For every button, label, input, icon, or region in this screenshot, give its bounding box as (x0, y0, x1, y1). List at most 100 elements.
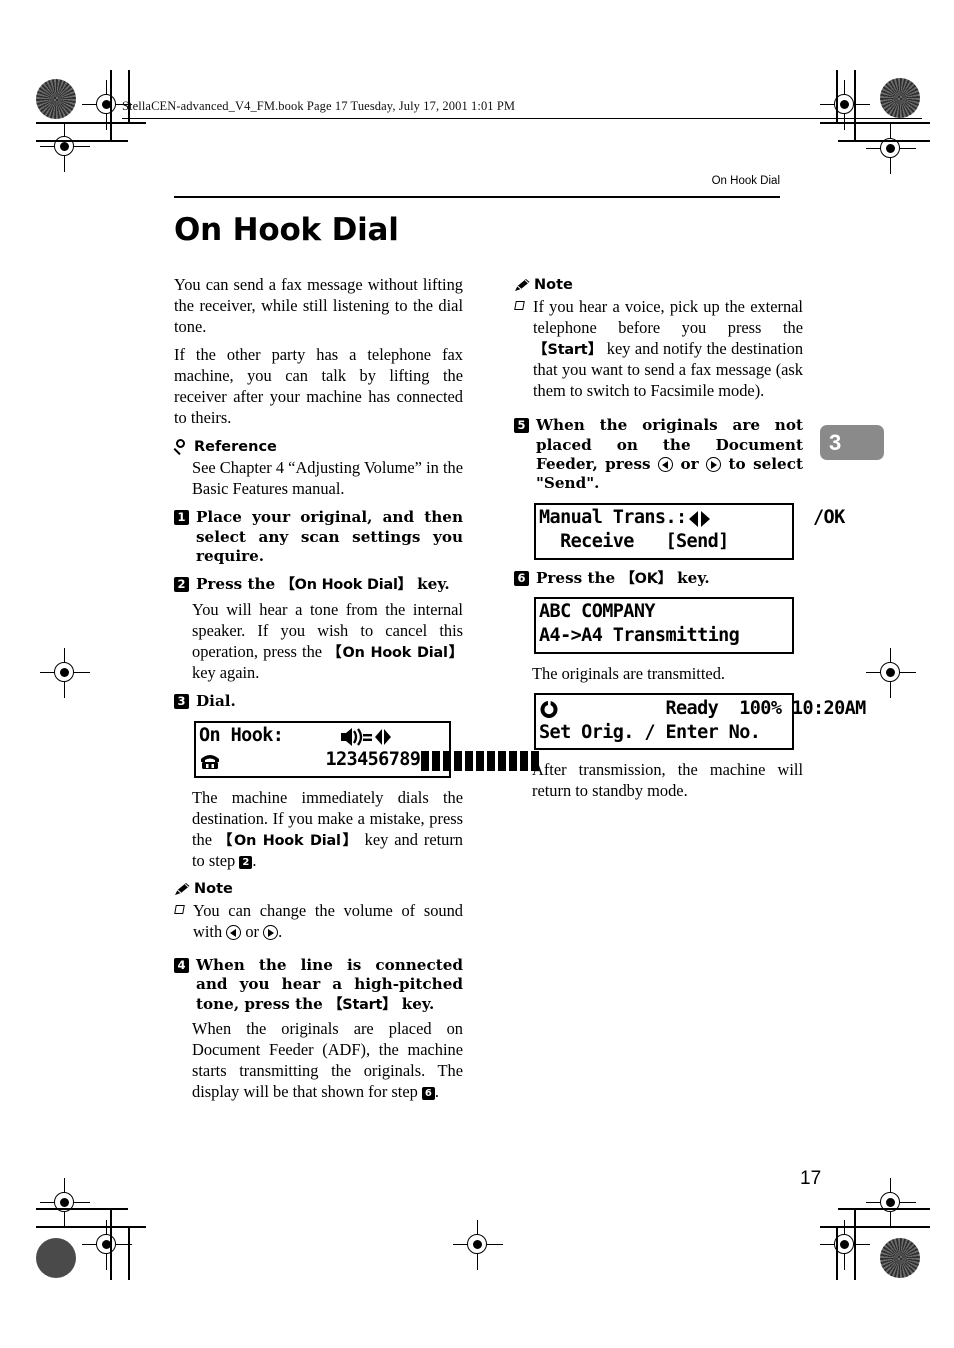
step-5-number: 5 (514, 418, 529, 434)
note-item: If you hear a voice, pick up the externa… (514, 296, 803, 402)
lcd-manual-trans-line1: Manual Trans.: (539, 507, 687, 529)
document-page: StellaCEN-advanced_V4_FM.book Page 17 Tu… (0, 0, 954, 1348)
step-3-number: 3 (174, 694, 189, 710)
intro-paragraph-1: You can send a fax message without lifti… (174, 275, 463, 337)
left-column: You can send a fax message without lifti… (174, 274, 540, 1109)
registration-mark-top-left (40, 122, 90, 172)
print-color-blob-bottom-right (880, 1238, 920, 1278)
step-reference-6: 6 (421, 1087, 435, 1101)
step-1-heading: Place your original, and then select any… (196, 508, 463, 565)
step-2-number: 2 (174, 577, 189, 593)
crop-rule-top-left-h2 (36, 140, 128, 142)
crop-rule-bottom-right-v2 (836, 1226, 838, 1280)
crop-rule-top-right-h2 (838, 140, 930, 142)
note-label-left: Note (174, 880, 463, 899)
note-list-right: If you hear a voice, pick up the externa… (514, 296, 803, 402)
note-text-part-2: or (241, 921, 264, 941)
registration-mark-top-left-outer (82, 80, 132, 130)
book-file-info-line: StellaCEN-advanced_V4_FM.book Page 17 Tu… (122, 99, 516, 113)
reference-label: Reference (174, 438, 463, 457)
running-head: On Hook Dial (711, 175, 780, 187)
step-3: 3 Dial. (174, 692, 463, 711)
step-reference-2: 2 (239, 856, 253, 870)
lcd-manual-trans-display: Manual Trans.: /OK Receive [Send] (534, 502, 845, 560)
step-2-heading-after: key. (411, 575, 450, 594)
registration-mark-left-middle (40, 648, 90, 698)
lcd-ready-display: Ready 100% 10:20AM Set Orig. / Enter No. (534, 693, 866, 750)
registration-mark-right-middle (866, 648, 916, 698)
registration-mark-top-right (820, 80, 870, 130)
step-6: 6 Press the 【OK】 key. (514, 569, 803, 588)
registration-mark-bottom-right (820, 1220, 870, 1270)
chapter-tab: 3 (820, 425, 884, 460)
registration-mark-bottom-center (453, 1220, 503, 1270)
print-color-blob-top-right (880, 78, 920, 118)
registration-mark-top-right-inner (866, 124, 916, 174)
ok-key-label: 【OK】 (620, 570, 672, 587)
page-number: 17 (800, 1168, 822, 1189)
step-4-body-part-2: . (434, 1082, 440, 1102)
step-3-heading: Dial. (196, 692, 236, 711)
crop-rule-top-right-v2 (836, 70, 838, 122)
step-5: 5 When the originals are not placed on t… (514, 416, 803, 493)
crop-rule-bottom-left-v2 (128, 1226, 130, 1280)
step-3-body: The machine immediately dials the destin… (174, 787, 463, 872)
lcd-ready-line2: Set Orig. / Enter No. (539, 721, 761, 743)
step-5-heading-part-2: or (673, 455, 707, 474)
registration-mark-bottom-left (40, 1178, 90, 1228)
step-3-body-part-3: . (252, 851, 257, 871)
lcd-transmitting-line2: A4->A4 Transmitting (539, 625, 740, 647)
print-color-blob-top-left (36, 79, 76, 119)
right-arrow-key-icon (263, 924, 279, 940)
clock-icon (539, 658, 665, 761)
header-rule (174, 196, 780, 198)
on-hook-dial-key-label: 【On Hook Dial】 (327, 644, 464, 661)
step-2-body: You will hear a tone from the internal s… (174, 599, 463, 684)
intro-paragraph-2: If the other party has a telephone fax m… (174, 345, 463, 428)
note-list-left: You can change the volume of sound with … (174, 900, 463, 942)
lcd-transmitting-display: ABC COMPANY A4->A4 Transmitting (534, 596, 794, 654)
lcd-manual-trans-line2: Receive [Send] (539, 531, 729, 553)
note-label-text: Note (194, 881, 233, 898)
crop-rule-bottom-right-h2 (838, 1208, 930, 1210)
on-hook-dial-key-label: 【On Hook Dial】 (280, 577, 412, 594)
lcd-manual-trans-ok: /OK (813, 507, 845, 529)
note-text-part-3: . (278, 921, 283, 941)
left-arrow-key-icon (658, 457, 674, 473)
step-1-number: 1 (174, 510, 189, 526)
crop-rule-bottom-left-h2 (36, 1208, 128, 1210)
right-arrow-key-icon (706, 457, 722, 473)
crop-rule-top-left-h (36, 122, 146, 124)
registration-mark-bottom-left-outer (82, 1220, 132, 1270)
pencil-icon (514, 278, 531, 293)
start-key-label: 【Start】 (533, 341, 603, 358)
step-2-body-part-2: key again. (192, 663, 260, 683)
step-2: 2 Press the 【On Hook Dial】 key. (174, 575, 463, 594)
note-item: You can change the volume of sound with … (174, 900, 463, 942)
lcd-on-hook-display: On Hook: 123456789 (194, 720, 540, 778)
lcd-on-hook-number: 123456789 (325, 749, 421, 771)
step-1: 1 Place your original, and then select a… (174, 508, 463, 566)
crop-rule-top-right-v (854, 70, 856, 140)
registration-mark-bottom-right-inner (866, 1178, 916, 1228)
crop-rule-top-left-v2 (128, 70, 130, 122)
on-hook-dial-key-label: 【On Hook Dial】 (217, 832, 359, 849)
start-key-label: 【Start】 (328, 996, 397, 1013)
right-column: Note If you hear a voice, pick up the ex… (514, 274, 866, 808)
print-color-blob-bottom-left (36, 1238, 76, 1278)
note-label-right: Note (514, 276, 803, 295)
step-4-body: When the originals are placed on Documen… (174, 1018, 463, 1102)
file-info-rule (122, 118, 922, 119)
crop-rule-top-right-h (820, 122, 930, 124)
crop-rule-bottom-left-v (110, 1208, 112, 1280)
step-4-heading-after: key. (396, 994, 435, 1013)
magnifier-icon (174, 439, 191, 454)
step-4-number: 4 (174, 958, 189, 974)
note-label-text: Note (534, 277, 573, 293)
left-arrow-key-icon (226, 924, 242, 940)
page-title: On Hook Dial (174, 212, 399, 248)
step-6-heading-after: key. (671, 568, 710, 587)
crop-rule-top-left-v (110, 70, 112, 140)
step-6-heading-before: Press the (536, 568, 621, 587)
lcd-ready-line1: Ready 100% 10:20AM (665, 697, 866, 719)
